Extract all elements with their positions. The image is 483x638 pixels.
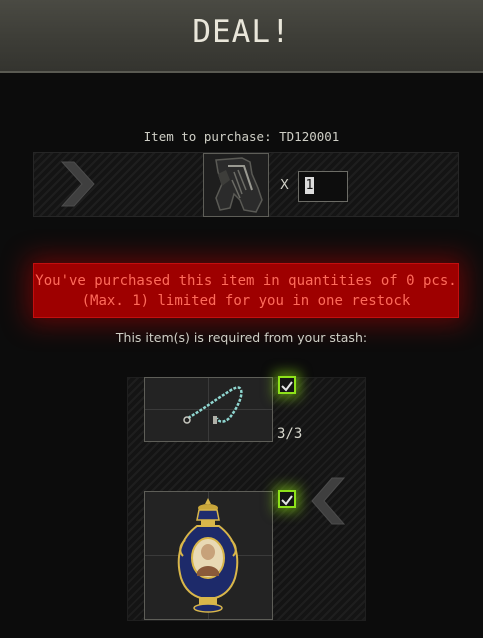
vase-icon xyxy=(177,498,239,613)
required-item-slot-vase[interactable] xyxy=(144,491,273,620)
chain-count: 3/3 xyxy=(277,426,303,442)
purchase-limit-warning: You've purchased this item in quantities… xyxy=(33,263,459,318)
purchase-item-slot[interactable] xyxy=(203,153,269,217)
purchase-label: Item to purchase: TD120001 xyxy=(143,129,340,144)
check-icon xyxy=(281,495,293,506)
chain-checkbox[interactable] xyxy=(278,376,296,394)
warning-line-2: (Max. 1) limited for you in one restock xyxy=(81,293,411,309)
required-item-slot-chain[interactable] xyxy=(144,377,273,442)
warning-line-1: You've purchased this item in quantities… xyxy=(35,273,457,289)
chain-icon xyxy=(183,386,243,424)
dialog-header: DEAL! xyxy=(0,0,483,73)
chevron-left-icon[interactable] xyxy=(310,476,346,526)
multiply-symbol: X xyxy=(280,178,289,193)
required-items-label: This item(s) is required from your stash… xyxy=(115,330,368,345)
chevron-right-icon[interactable] xyxy=(60,160,96,208)
check-icon xyxy=(281,381,293,392)
vase-checkbox[interactable] xyxy=(278,490,296,508)
grip-icon xyxy=(215,157,263,213)
quantity-selected-text: 1 xyxy=(305,177,314,194)
dialog-title: DEAL! xyxy=(192,14,291,50)
